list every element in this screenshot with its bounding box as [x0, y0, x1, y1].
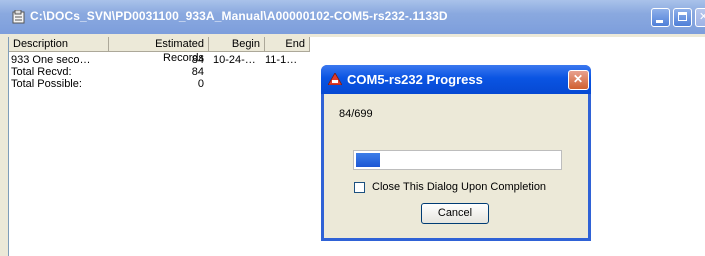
cell-begin: 10-24-… [213, 54, 256, 66]
cell-estimated-records: 84 [191, 66, 204, 78]
dialog-title-bar[interactable]: COM5-rs232 Progress [321, 65, 591, 94]
maximize-button[interactable] [673, 8, 692, 27]
cell-description: Total Possible: [11, 78, 82, 90]
document-icon [12, 10, 25, 24]
close-on-completion-label[interactable]: Close This Dialog Upon Completion [372, 181, 546, 193]
cancel-button[interactable]: Cancel [421, 203, 489, 224]
cell-end: 11-1… [265, 54, 298, 66]
column-header-begin[interactable]: Begin [209, 37, 265, 52]
minimize-button[interactable] [651, 8, 670, 27]
column-header-end[interactable]: End [265, 37, 310, 52]
main-title-bar[interactable]: C:\DOCs_SVN\PD0031100_933A_Manual\A00000… [0, 0, 705, 34]
window-title: C:\DOCs_SVN\PD0031100_933A_Manual\A00000… [30, 9, 448, 23]
cell-description: Total Recvd: [11, 66, 72, 78]
column-header-estimated-records[interactable]: Estimated Records [109, 37, 209, 64]
column-header-description[interactable]: Description [9, 37, 109, 52]
warning-icon [328, 73, 342, 85]
close-on-completion-checkbox[interactable] [354, 182, 365, 193]
cell-estimated-records: 84 [191, 54, 204, 66]
dialog-body: 84/699 Close This Dialog Upon Completion… [324, 94, 588, 238]
dialog-title: COM5-rs232 Progress [347, 72, 483, 87]
cell-description: 933 One seco… [11, 54, 91, 66]
cell-estimated-records: 0 [197, 78, 204, 90]
dialog-close-button[interactable] [568, 70, 589, 90]
progress-count: 84/699 [339, 108, 373, 120]
close-button[interactable] [695, 8, 705, 27]
progress-dialog: COM5-rs232 Progress 84/699 Close This Di… [321, 65, 591, 241]
progress-bar-fill [356, 153, 380, 167]
progress-bar [353, 150, 562, 170]
